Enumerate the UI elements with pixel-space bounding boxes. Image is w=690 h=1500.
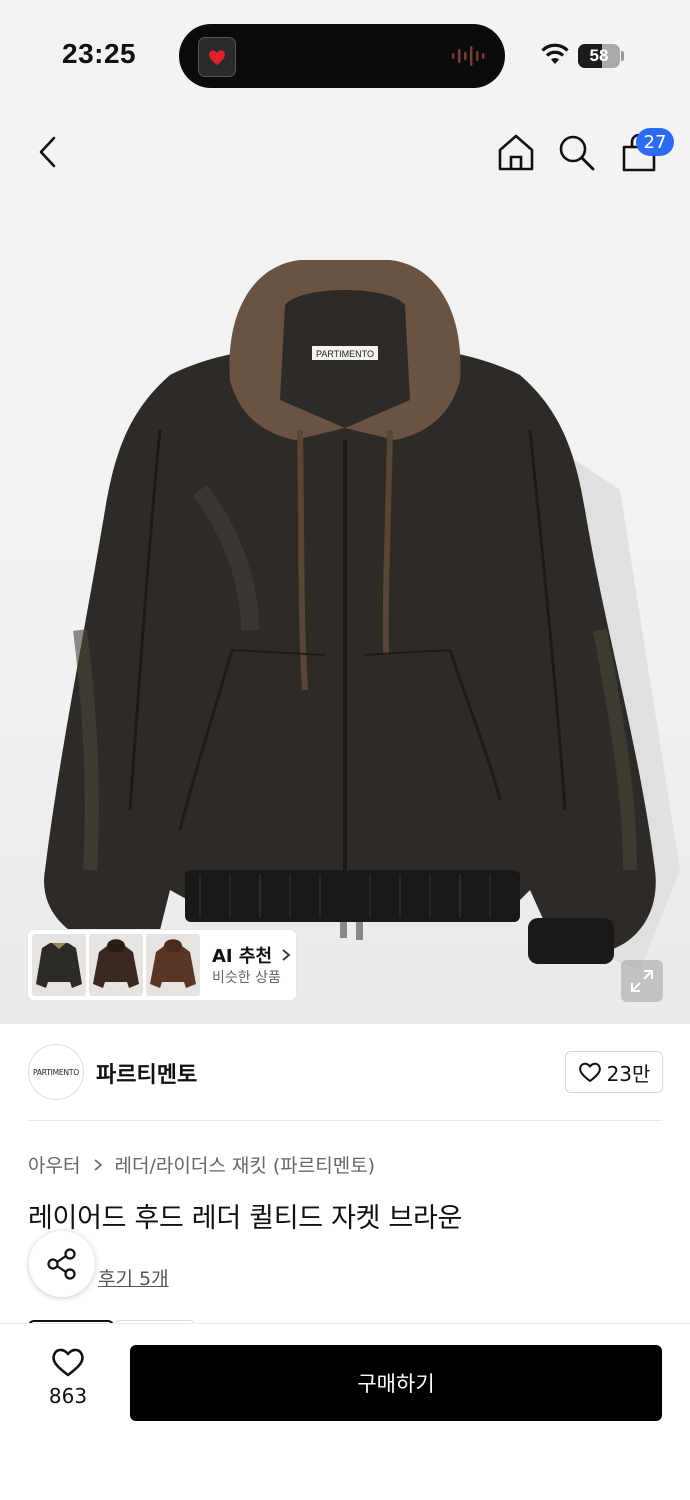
- back-button[interactable]: [24, 128, 72, 176]
- jacket-illustration: PARTIMENTO: [44, 260, 680, 970]
- brand-tag-label: PARTIMENTO: [316, 349, 374, 359]
- breadcrumb-subcategory[interactable]: 레더/라이더스 재킷 (파르티멘토): [115, 1155, 376, 1177]
- cart-count-badge: 27: [636, 128, 674, 156]
- similar-product-thumb[interactable]: [89, 934, 143, 996]
- brand-name[interactable]: 파르티멘토: [96, 1057, 197, 1089]
- ai-recommend-subtitle: 비슷한 상품: [212, 970, 281, 986]
- search-button[interactable]: [552, 128, 600, 176]
- divider: [28, 1120, 662, 1121]
- wishlist-button[interactable]: 863: [32, 1346, 104, 1422]
- battery-level: 58: [589, 46, 609, 65]
- similar-product-thumb[interactable]: [146, 934, 200, 996]
- brand-like-button[interactable]: 23만: [565, 1051, 663, 1093]
- share-button[interactable]: [29, 1231, 95, 1297]
- chevron-right-icon: [282, 949, 291, 961]
- ai-recommend-title[interactable]: AI 추천: [212, 942, 292, 968]
- fullscreen-button[interactable]: [621, 960, 663, 1002]
- heart-icon: [578, 1062, 601, 1082]
- buy-button[interactable]: 구매하기: [130, 1345, 662, 1421]
- home-button[interactable]: [492, 128, 540, 176]
- brand-logo[interactable]: PARTIMENTO: [28, 1044, 84, 1100]
- share-icon: [47, 1248, 76, 1280]
- status-time: 23:25: [62, 38, 137, 69]
- search-icon: [559, 135, 595, 171]
- chevron-right-icon: [93, 1159, 102, 1171]
- chevron-left-icon: [39, 136, 56, 168]
- product-image[interactable]: PARTIMENTO: [0, 110, 690, 1024]
- heart-icon: [52, 1348, 84, 1377]
- ai-recommend-label: AI 추천: [212, 946, 273, 967]
- home-icon: [498, 134, 534, 171]
- similar-product-thumb[interactable]: [32, 934, 86, 996]
- music-app-icon: [198, 37, 236, 77]
- product-title: 레이어드 후드 레더 퀼티드 자켓 브라운: [28, 1203, 463, 1234]
- breadcrumb[interactable]: 아우터 레더/라이더스 재킷 (파르티멘토): [28, 1151, 375, 1178]
- battery-tip: [621, 51, 624, 61]
- brand-like-count: 23만: [606, 1061, 651, 1086]
- wishlist-count: 863: [48, 1384, 88, 1408]
- breadcrumb-category[interactable]: 아우터: [28, 1155, 80, 1177]
- audio-waveform-icon: [452, 46, 488, 70]
- review-link[interactable]: 후기 5개: [98, 1264, 169, 1291]
- wifi-icon: [540, 42, 570, 70]
- expand-icon: [631, 970, 653, 992]
